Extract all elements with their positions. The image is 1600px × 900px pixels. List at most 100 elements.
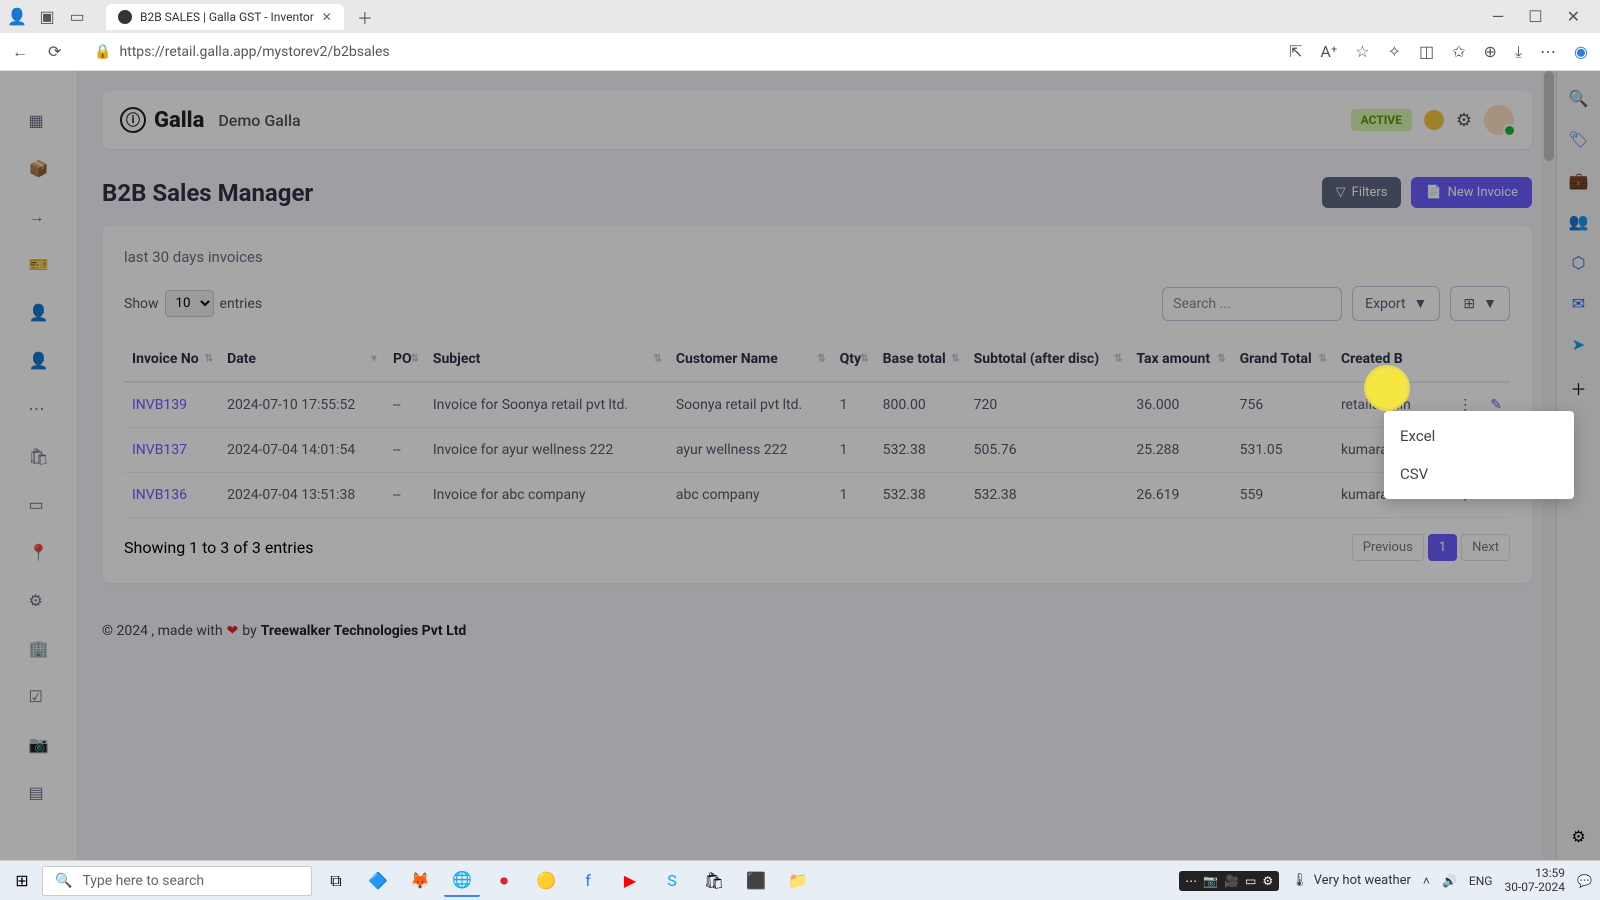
more-nav-icon[interactable]: ⋯ bbox=[29, 399, 49, 419]
more-icon[interactable]: ⋯ bbox=[1540, 42, 1556, 61]
edge-icon[interactable]: 🌐 bbox=[444, 865, 480, 897]
col-invoice-no[interactable]: Invoice No⇅ bbox=[124, 337, 219, 382]
filters-label: Filters bbox=[1352, 185, 1388, 200]
columns-button[interactable]: ⊞ ▼ bbox=[1450, 286, 1510, 321]
export-csv-option[interactable]: CSV bbox=[1384, 455, 1574, 493]
briefcase-icon[interactable]: 💼 bbox=[1569, 171, 1589, 190]
explorer-icon[interactable]: 📁 bbox=[780, 865, 816, 897]
weather-widget[interactable]: 🌡 Very hot weather bbox=[1291, 873, 1411, 888]
send-icon[interactable]: ➤ bbox=[1572, 335, 1585, 354]
taskbar-search[interactable]: 🔍 Type here to search bbox=[42, 866, 312, 896]
user2-icon[interactable]: 👤 bbox=[29, 351, 49, 371]
contacts-icon[interactable]: ▭ bbox=[29, 495, 49, 515]
col-base[interactable]: Base total⇅ bbox=[875, 337, 966, 382]
col-subtotal[interactable]: Subtotal (after disc)⇅ bbox=[966, 337, 1129, 382]
start-button[interactable]: ⊞ bbox=[8, 871, 36, 890]
split-screen-icon[interactable]: ◫ bbox=[1419, 42, 1434, 61]
bag-icon[interactable]: 🛍 bbox=[29, 447, 49, 467]
workspaces-icon[interactable]: ▣ bbox=[38, 8, 56, 26]
tab-actions-icon[interactable]: ▭ bbox=[68, 8, 86, 26]
notifications-icon[interactable]: 💬 bbox=[1577, 874, 1592, 888]
arrow-right-icon[interactable]: → bbox=[29, 207, 49, 227]
favorites-bar-icon[interactable]: ✩ bbox=[1452, 42, 1465, 61]
search-panel-icon[interactable]: 🔍 bbox=[1569, 89, 1589, 108]
copilot-icon[interactable]: ◉ bbox=[1574, 42, 1588, 61]
col-tax[interactable]: Tax amount⇅ bbox=[1128, 337, 1231, 382]
record-icon[interactable]: ⏺ bbox=[486, 865, 522, 897]
close-tab-icon[interactable]: ✕ bbox=[322, 10, 332, 24]
col-created-by[interactable]: Created B bbox=[1333, 337, 1441, 382]
new-invoice-button[interactable]: 📄 New Invoice bbox=[1411, 177, 1532, 208]
pin-icon[interactable]: 📍 bbox=[29, 543, 49, 563]
entries-select[interactable]: 10 bbox=[165, 290, 214, 317]
shopping-tag-icon[interactable]: 🏷 bbox=[1568, 130, 1588, 149]
chrome-icon[interactable]: 🟡 bbox=[528, 865, 564, 897]
heart-icon: ❤ bbox=[227, 623, 239, 639]
user-icon[interactable]: 👤 bbox=[29, 303, 49, 323]
calendar-icon[interactable]: ▤ bbox=[29, 783, 49, 803]
office-icon[interactable]: ⬡ bbox=[1572, 253, 1586, 272]
settings-icon[interactable]: ⚙ bbox=[29, 591, 49, 611]
clock[interactable]: 13:59 30-07-2024 bbox=[1504, 867, 1565, 895]
facebook-icon[interactable]: f bbox=[570, 865, 606, 897]
invoice-link[interactable]: INVB136 bbox=[124, 473, 219, 518]
recording-tray[interactable]: ⋯📷🎥▭⚙ bbox=[1179, 871, 1279, 891]
extensions-icon[interactable]: ✧ bbox=[1388, 42, 1401, 61]
tray-chevron-icon[interactable]: ˄ bbox=[1423, 874, 1430, 888]
col-qty[interactable]: Qty⇅ bbox=[832, 337, 875, 382]
app-logo[interactable]: ⓘ Galla bbox=[120, 107, 204, 133]
address-bar: ← ⟳ 🔒 https://retail.galla.app/mystorev2… bbox=[0, 33, 1600, 71]
url-field[interactable]: 🔒 https://retail.galla.app/mystorev2/b2b… bbox=[84, 40, 1275, 64]
camera-icon[interactable]: 📷 bbox=[29, 735, 49, 755]
search-input[interactable]: Search ... bbox=[1162, 287, 1342, 321]
pager-page[interactable]: 1 bbox=[1428, 534, 1457, 561]
coin-icon[interactable] bbox=[1424, 110, 1444, 130]
firefox-icon[interactable]: 🦊 bbox=[402, 865, 438, 897]
add-panel-icon[interactable]: ＋ bbox=[1570, 376, 1586, 400]
panel-settings-icon[interactable]: ⚙ bbox=[1571, 827, 1585, 846]
building-icon[interactable]: 🏢 bbox=[29, 639, 49, 659]
favorite-icon[interactable]: ☆ bbox=[1355, 42, 1369, 61]
gear-icon[interactable]: ⚙ bbox=[1456, 110, 1472, 131]
invoice-link[interactable]: INVB137 bbox=[124, 428, 219, 473]
copilot-taskbar-icon[interactable]: 🔷 bbox=[360, 865, 396, 897]
close-window-icon[interactable]: ✕ bbox=[1567, 7, 1580, 26]
sound-icon[interactable]: 🔊 bbox=[1442, 874, 1457, 888]
skype-icon[interactable]: S bbox=[654, 865, 690, 897]
open-external-icon[interactable]: ⇱ bbox=[1289, 42, 1302, 61]
outlook-icon[interactable]: ✉ bbox=[1572, 294, 1585, 313]
minimize-icon[interactable]: ― bbox=[1492, 7, 1505, 26]
app-icon[interactable]: ⬛ bbox=[738, 865, 774, 897]
export-button[interactable]: Export ▼ bbox=[1352, 286, 1440, 321]
export-excel-option[interactable]: Excel bbox=[1384, 417, 1574, 455]
youtube-icon[interactable]: ▶ bbox=[612, 865, 648, 897]
invoice-link[interactable]: INVB139 bbox=[124, 382, 219, 428]
dashboard-icon[interactable]: ▦ bbox=[29, 111, 49, 131]
task-view-icon[interactable]: ⧉ bbox=[318, 865, 354, 897]
people-icon[interactable]: 👥 bbox=[1569, 212, 1589, 231]
pager-prev[interactable]: Previous bbox=[1352, 534, 1424, 561]
pager-next[interactable]: Next bbox=[1461, 534, 1510, 561]
col-customer[interactable]: Customer Name⇅ bbox=[668, 337, 832, 382]
new-tab-icon[interactable]: ＋ bbox=[356, 8, 374, 26]
col-grand[interactable]: Grand Total⇅ bbox=[1232, 337, 1333, 382]
col-date[interactable]: Date▼ bbox=[219, 337, 385, 382]
store-icon[interactable]: 🛍 bbox=[696, 865, 732, 897]
ticket-icon[interactable]: 🎫 bbox=[29, 255, 49, 275]
col-subject[interactable]: Subject⇅ bbox=[425, 337, 668, 382]
collections-icon[interactable]: ⊕ bbox=[1484, 42, 1497, 61]
package-icon[interactable]: 📦 bbox=[29, 159, 49, 179]
avatar[interactable] bbox=[1484, 105, 1514, 135]
back-icon[interactable]: ← bbox=[12, 42, 34, 62]
maximize-icon[interactable]: ☐ bbox=[1528, 7, 1542, 26]
browser-tab[interactable]: B2B SALES | Galla GST - Inventor ✕ bbox=[106, 4, 344, 30]
refresh-icon[interactable]: ⟳ bbox=[48, 42, 70, 61]
profile-icon[interactable]: 👤 bbox=[8, 8, 26, 26]
left-nav-rail: ▦ 📦 → 🎫 👤 👤 ⋯ 🛍 ▭ 📍 ⚙ 🏢 ☑ 📷 ▤ bbox=[0, 71, 78, 860]
read-aloud-icon[interactable]: A⁺ bbox=[1320, 42, 1337, 61]
downloads-icon[interactable]: ⤓ bbox=[1515, 42, 1522, 62]
col-po[interactable]: PO⇅ bbox=[385, 337, 425, 382]
lang-indicator[interactable]: ENG bbox=[1469, 874, 1493, 888]
check-icon[interactable]: ☑ bbox=[29, 687, 49, 707]
filters-button[interactable]: ▽ Filters bbox=[1322, 177, 1402, 208]
